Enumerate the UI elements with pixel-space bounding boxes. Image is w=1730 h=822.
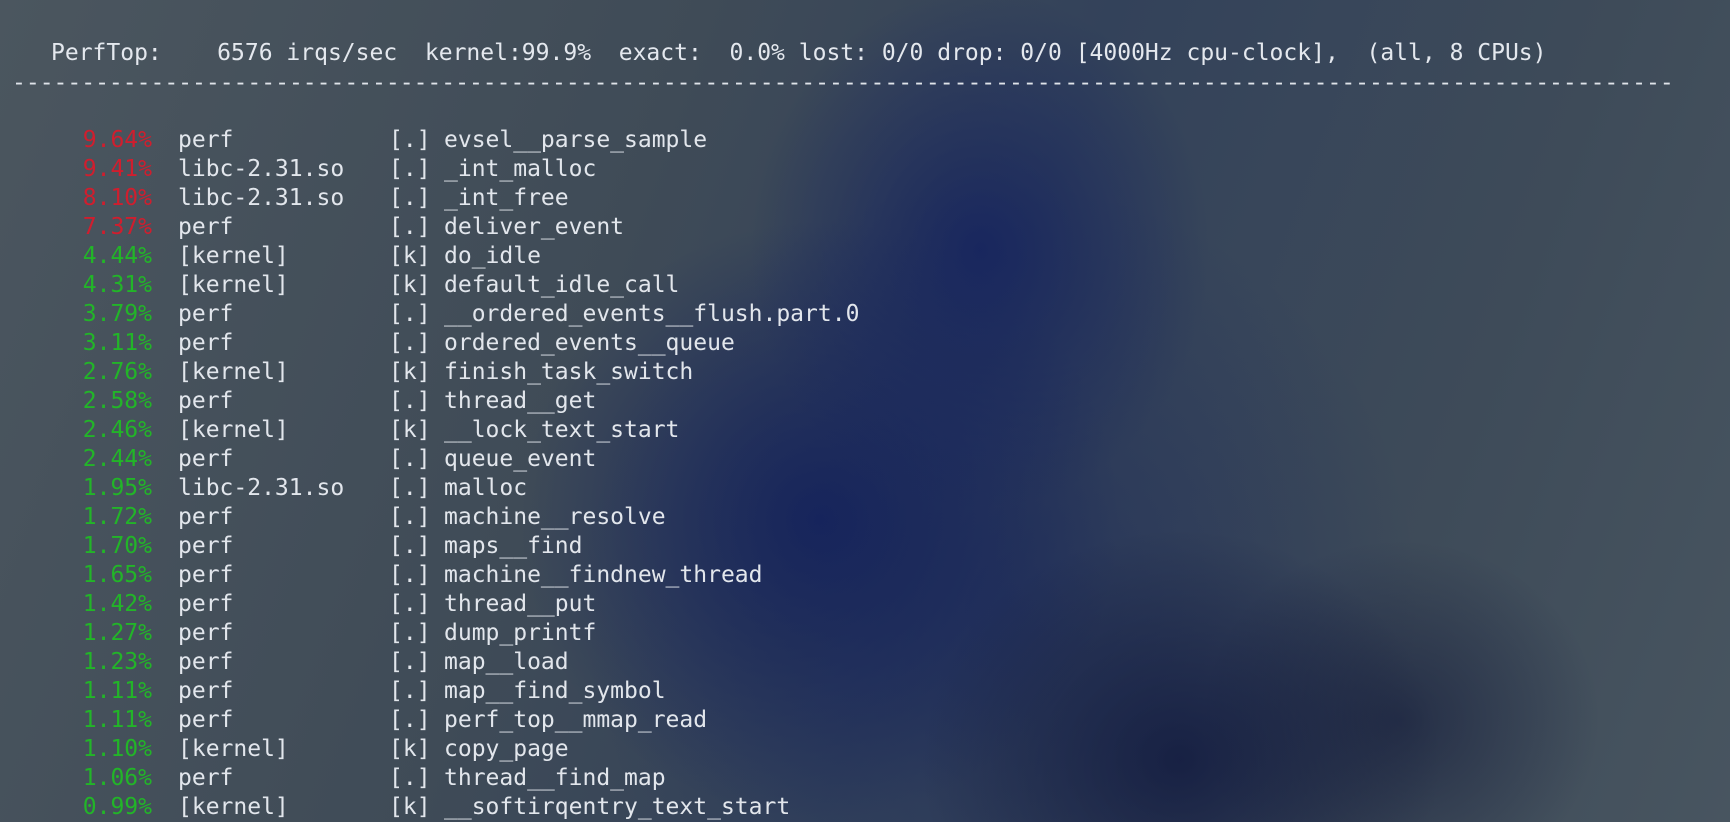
overhead-percent: 1.11%: [82, 707, 152, 733]
symbol-level: [k]: [389, 736, 431, 762]
symbol-level: [.]: [389, 707, 431, 733]
shared-object: perf: [178, 214, 234, 240]
symbol-level: [.]: [389, 504, 431, 530]
symbol-name: perf_top__mmap_read: [444, 707, 708, 733]
symbol-name: dump_printf: [444, 620, 597, 646]
shared-object: perf: [178, 678, 234, 704]
symbol-name: maps__find: [444, 533, 583, 559]
shared-object: [kernel]: [178, 359, 289, 385]
symbol-level: [.]: [389, 649, 431, 675]
shared-object: perf: [178, 301, 234, 327]
shared-object: [kernel]: [178, 272, 289, 298]
symbol-name: do_idle: [444, 243, 541, 269]
symbol-name: thread__get: [444, 388, 597, 414]
symbol-name: malloc: [444, 475, 528, 501]
overhead-percent: 3.11%: [82, 330, 152, 356]
symbol-name: queue_event: [444, 446, 597, 472]
symbol-name: finish_task_switch: [444, 359, 694, 385]
overhead-percent: 3.79%: [82, 301, 152, 327]
shared-object: perf: [178, 127, 234, 153]
symbol-name: default_idle_call: [444, 272, 680, 298]
shared-object: perf: [178, 620, 234, 646]
symbol-level: [k]: [389, 794, 431, 820]
symbol-level: [.]: [389, 678, 431, 704]
overhead-percent: 9.64%: [82, 127, 152, 153]
shared-object: [kernel]: [178, 736, 289, 762]
overhead-percent: 1.27%: [82, 620, 152, 646]
shared-object: [kernel]: [178, 243, 289, 269]
symbol-level: [.]: [389, 388, 431, 414]
shared-object: perf: [178, 707, 234, 733]
overhead-percent: 2.44%: [82, 446, 152, 472]
symbol-level: [.]: [389, 533, 431, 559]
overhead-percent: 1.23%: [82, 649, 152, 675]
shared-object: perf: [178, 446, 234, 472]
symbol-name: deliver_event: [444, 214, 625, 240]
shared-object: [kernel]: [178, 794, 289, 820]
symbol-name: __softirqentry_text_start: [444, 794, 791, 820]
symbol-level: [.]: [389, 620, 431, 646]
symbol-name: _int_malloc: [444, 156, 597, 182]
shared-object: perf: [178, 765, 234, 791]
shared-object: [kernel]: [178, 417, 289, 443]
symbol-name: evsel__parse_sample: [444, 127, 708, 153]
symbol-level: [.]: [389, 156, 431, 182]
symbol-name: __lock_text_start: [444, 417, 680, 443]
terminal-window[interactable]: PerfTop: 6576 irqs/sec kernel:99.9% exac…: [0, 0, 1730, 822]
perftop-header: PerfTop: 6576 irqs/sec kernel:99.9% exac…: [51, 40, 1547, 66]
symbol-name: ordered_events__queue: [444, 330, 735, 356]
symbol-name: map__load: [444, 649, 569, 675]
shared-object: perf: [178, 330, 234, 356]
symbol-level: [.]: [389, 185, 431, 211]
shared-object: libc-2.31.so: [178, 156, 345, 182]
symbol-name: thread__put: [444, 591, 597, 617]
overhead-percent: 0.99%: [82, 794, 152, 820]
shared-object: perf: [178, 562, 234, 588]
overhead-percent: 7.37%: [82, 214, 152, 240]
symbol-name: machine__resolve: [444, 504, 666, 530]
symbol-level: [k]: [389, 417, 431, 443]
symbol-level: [.]: [389, 591, 431, 617]
symbol-name: __ordered_events__flush.part.0: [444, 301, 860, 327]
symbol-name: thread__find_map: [444, 765, 666, 791]
symbol-name: _int_free: [444, 185, 569, 211]
overhead-percent: 1.72%: [82, 504, 152, 530]
overhead-percent: 2.76%: [82, 359, 152, 385]
symbol-name: machine__findnew_thread: [444, 562, 763, 588]
shared-object: perf: [178, 504, 234, 530]
overhead-percent: 1.42%: [82, 591, 152, 617]
symbol-level: [.]: [389, 765, 431, 791]
overhead-percent: 4.31%: [82, 272, 152, 298]
symbol-level: [.]: [389, 301, 431, 327]
symbol-level: [k]: [389, 359, 431, 385]
overhead-percent: 2.46%: [82, 417, 152, 443]
symbol-level: [k]: [389, 272, 431, 298]
overhead-percent: 1.11%: [82, 678, 152, 704]
overhead-percent: 1.10%: [82, 736, 152, 762]
shared-object: perf: [178, 649, 234, 675]
overhead-percent: 1.06%: [82, 765, 152, 791]
symbol-level: [k]: [389, 243, 431, 269]
overhead-percent: 1.65%: [82, 562, 152, 588]
symbol-level: [.]: [389, 446, 431, 472]
header-divider: ----------------------------------------…: [12, 70, 1677, 96]
shared-object: perf: [178, 533, 234, 559]
shared-object: libc-2.31.so: [178, 185, 345, 211]
symbol-name: map__find_symbol: [444, 678, 666, 704]
overhead-percent: 2.58%: [82, 388, 152, 414]
symbol-level: [.]: [389, 330, 431, 356]
overhead-percent: 4.44%: [82, 243, 152, 269]
shared-object: perf: [178, 591, 234, 617]
overhead-percent: 8.10%: [82, 185, 152, 211]
symbol-level: [.]: [389, 475, 431, 501]
symbol-level: [.]: [389, 562, 431, 588]
symbol-name: copy_page: [444, 736, 569, 762]
overhead-percent: 9.41%: [82, 156, 152, 182]
shared-object: perf: [178, 388, 234, 414]
symbol-level: [.]: [389, 214, 431, 240]
shared-object: libc-2.31.so: [178, 475, 345, 501]
symbol-level: [.]: [389, 127, 431, 153]
overhead-percent: 1.70%: [82, 533, 152, 559]
overhead-percent: 1.95%: [82, 475, 152, 501]
